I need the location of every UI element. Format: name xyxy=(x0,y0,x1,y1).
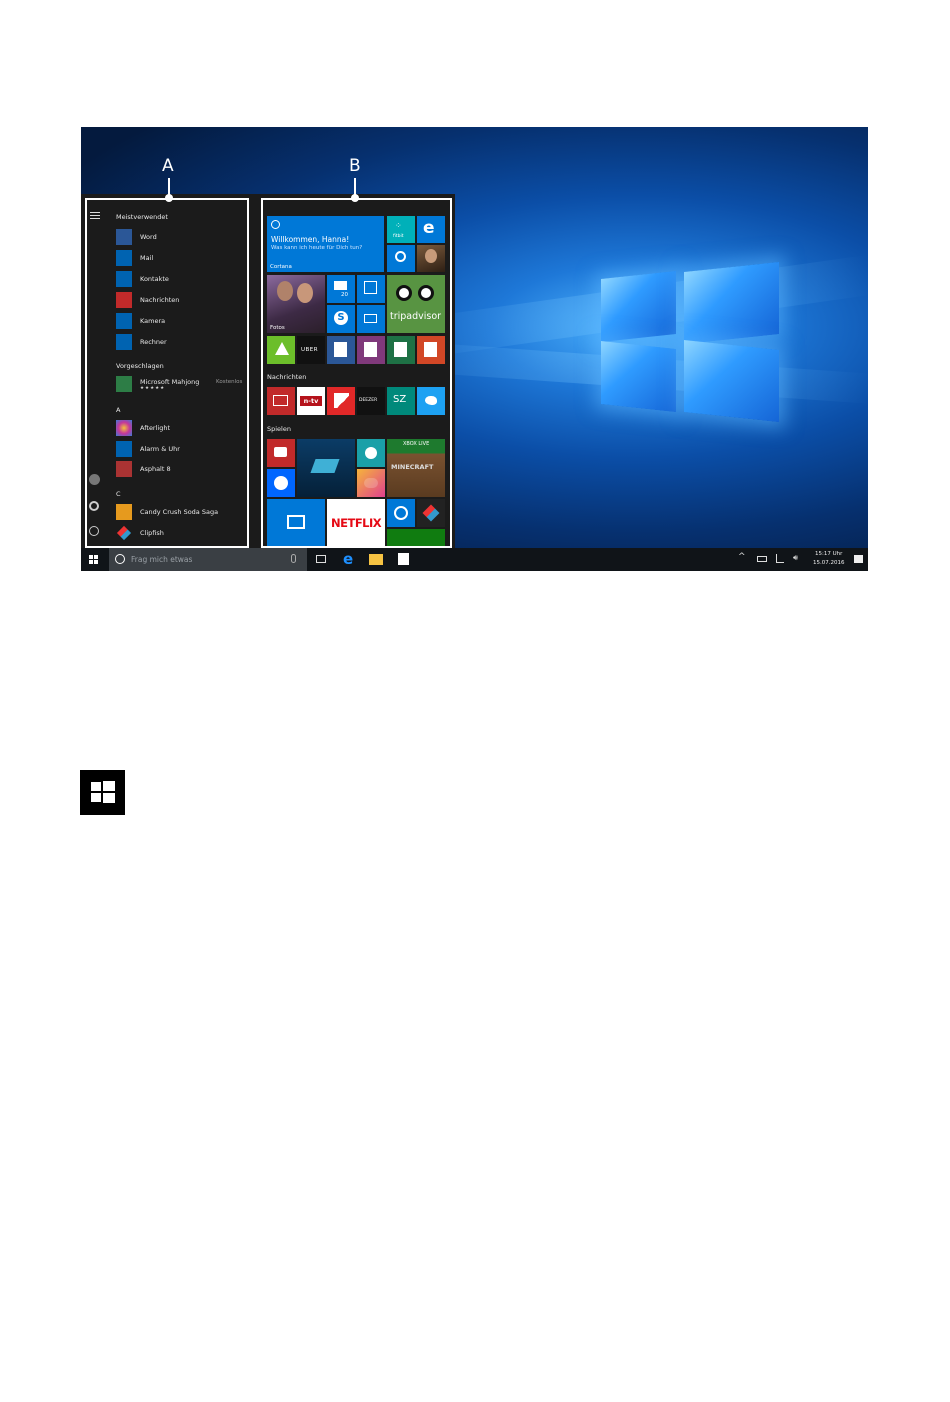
windows-start-button[interactable] xyxy=(89,555,98,564)
network-icon[interactable] xyxy=(776,554,784,563)
task-view-icon[interactable] xyxy=(316,555,326,563)
file-explorer-icon[interactable] xyxy=(369,554,383,565)
windows-logo-pane xyxy=(601,341,676,412)
callout-frame-a xyxy=(85,198,249,548)
clock-time[interactable]: 15:17 Uhr xyxy=(815,551,842,557)
cortana-circle-icon xyxy=(115,554,125,564)
windows-logo-pane xyxy=(684,262,779,344)
windows-logo-pane xyxy=(684,340,779,422)
battery-icon[interactable] xyxy=(757,556,767,562)
clock-date[interactable]: 15.07.2016 xyxy=(813,560,845,566)
action-center-icon[interactable] xyxy=(854,555,863,563)
callout-dot-b xyxy=(351,194,359,202)
windows-key-icon xyxy=(80,770,125,815)
search-placeholder: Frag mich etwas xyxy=(131,555,193,564)
windows-logo-pane xyxy=(601,271,676,342)
volume-icon[interactable]: 🔊︎ xyxy=(793,553,798,563)
chevron-up-icon[interactable]: ^ xyxy=(738,552,746,562)
callout-dot-a xyxy=(165,194,173,202)
edge-taskbar-icon[interactable]: e xyxy=(343,550,353,568)
callout-label-b: B xyxy=(349,156,361,176)
store-icon[interactable] xyxy=(398,553,409,565)
cortana-search-box[interactable]: Frag mich etwas xyxy=(109,548,307,571)
callout-label-a: A xyxy=(162,156,174,176)
microphone-icon[interactable] xyxy=(291,554,296,563)
callout-frame-b xyxy=(261,198,452,548)
taskbar: Frag mich etwas e ^ 🔊︎ 15:17 Uhr 15.07.2… xyxy=(81,548,868,571)
